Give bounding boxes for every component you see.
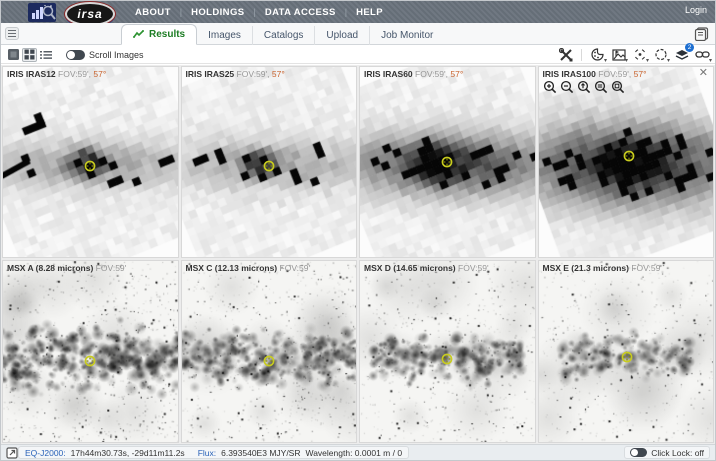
grid-view-button[interactable]: [22, 48, 37, 62]
dropdown-arrow-icon: ▾: [625, 57, 628, 64]
login-button[interactable]: Login: [685, 5, 707, 15]
panel-title: MSX D (14.65 microns) FOV:59': [364, 263, 489, 273]
sidebar-menu-button[interactable]: [5, 27, 19, 40]
image-panel-msx-e: MSX E (21.3 microns) FOV:59': [538, 260, 715, 443]
target-marker-icon: [261, 353, 277, 369]
panel-title: MSX A (8.28 microns) FOV:59': [7, 263, 126, 273]
panel-title: MSX E (21.3 microns) FOV:59': [543, 263, 662, 273]
results-chart-icon: [133, 30, 145, 39]
click-lock-control: Click Lock: off: [624, 446, 710, 459]
image-grid: IRIS IRAS12 FOV:59', 57° IRIS IRAS25 FOV…: [1, 65, 715, 444]
flux-value: 6.393540E3 MJY/SR: [221, 448, 300, 458]
panel-title: IRIS IRAS12 FOV:59', 57°: [7, 69, 106, 79]
tab-upload[interactable]: Upload: [314, 26, 369, 45]
zoom-1x-icon[interactable]: [611, 80, 625, 94]
wcs-link-icon[interactable]: ▾: [695, 47, 710, 62]
flux-label[interactable]: Flux:: [198, 448, 216, 458]
menu-about[interactable]: ABOUT: [126, 7, 180, 18]
image-panel-iris-iras12: IRIS IRAS12 FOV:59', 57°: [2, 66, 179, 258]
dropdown-arrow-icon: ▾: [604, 57, 607, 64]
coord-system-label[interactable]: EQ-J2000:: [25, 448, 66, 458]
image-toolbar: Scroll Images ▾: [1, 46, 715, 64]
tab-label: Upload: [326, 30, 358, 41]
image-overlay-icon[interactable]: ▾: [611, 47, 626, 62]
click-lock-label: Click Lock: off: [651, 448, 704, 458]
dropdown-arrow-icon: ▾: [646, 57, 649, 64]
menu-help[interactable]: HELP: [347, 7, 392, 18]
select-region-icon[interactable]: ▾: [653, 47, 668, 62]
wavelength-value: Wavelength: 0.0001 m / 0: [306, 448, 403, 458]
layers-icon[interactable]: 2: [674, 47, 689, 62]
recenter-icon[interactable]: ▾: [632, 47, 647, 62]
image-panel-msx-d: MSX D (14.65 microns) FOV:59': [359, 260, 536, 443]
image-panel-iris-iras100: IRIS IRAS100 FOV:59', 57° ✕: [538, 66, 715, 258]
panel-title: IRIS IRAS60 FOV:59', 57°: [364, 69, 463, 79]
dropdown-arrow-icon: ▾: [667, 57, 670, 64]
docs-book-icon[interactable]: [694, 27, 709, 41]
panel-title: MSX C (12.13 microns) FOV:59': [186, 263, 311, 273]
zoom-in-icon[interactable]: [543, 80, 557, 94]
tools-icon[interactable]: [558, 47, 573, 62]
close-panel-icon[interactable]: ✕: [699, 68, 708, 79]
tabs: Results Images Catalogs Upload Job Monit…: [121, 23, 444, 45]
single-view-button[interactable]: [6, 48, 21, 62]
status-bar: EQ-J2000: 17h44m30.73s, -29d11m11.2s Flu…: [1, 444, 715, 460]
zoom-fit-icon[interactable]: [577, 80, 591, 94]
menu-data-access[interactable]: DATA ACCESS: [256, 7, 345, 18]
toolbar-divider: [581, 49, 582, 61]
tab-label: Images: [208, 30, 241, 41]
expand-icon[interactable]: [6, 447, 18, 459]
image-panel-iris-iras25: IRIS IRAS25 FOV:59', 57°: [181, 66, 358, 258]
image-panel-msx-a: MSX A (8.28 microns) FOV:59': [2, 260, 179, 443]
sky-image[interactable]: [182, 261, 357, 442]
scroll-images-label: Scroll Images: [89, 50, 144, 60]
tab-label: Results: [149, 29, 185, 40]
target-marker-icon: [82, 158, 98, 174]
click-lock-toggle[interactable]: [630, 448, 647, 457]
irsa-viewer-app: ABOUT | HOLDINGS | DATA ACCESS | HELP Lo…: [0, 0, 716, 461]
zoom-fill-icon[interactable]: [594, 80, 608, 94]
list-view-button[interactable]: [38, 48, 53, 62]
zoom-controls: [543, 80, 625, 94]
panel-title: IRIS IRAS100 FOV:59', 57°: [543, 69, 647, 79]
sky-image[interactable]: [3, 261, 178, 442]
target-marker-icon: [82, 353, 98, 369]
panel-title: IRIS IRAS25 FOV:59', 57°: [186, 69, 285, 79]
tab-bar: Results Images Catalogs Upload Job Monit…: [1, 23, 715, 45]
layers-count-badge: 2: [685, 43, 694, 52]
tab-job-monitor[interactable]: Job Monitor: [369, 26, 444, 45]
target-marker-icon: [621, 148, 637, 164]
tab-images[interactable]: Images: [197, 26, 252, 45]
image-panel-iris-iras60: IRIS IRAS60 FOV:59', 57°: [359, 66, 536, 258]
menu-holdings[interactable]: HOLDINGS: [182, 7, 253, 18]
coord-value: 17h44m30.73s, -29d11m11.2s: [71, 448, 185, 458]
scroll-images-toggle[interactable]: [66, 50, 85, 60]
tab-label: Job Monitor: [381, 30, 433, 41]
target-marker-icon: [439, 154, 455, 170]
irsa-viewer-logo-icon[interactable]: [28, 3, 56, 22]
dropdown-arrow-icon: ▾: [709, 57, 712, 64]
tab-results[interactable]: Results: [121, 24, 197, 45]
target-marker-icon: [439, 351, 455, 367]
target-marker-icon: [619, 349, 635, 365]
target-marker-icon: [261, 158, 277, 174]
tool-cluster: ▾ ▾ ▾: [558, 47, 710, 62]
mouse-readout: EQ-J2000: 17h44m30.73s, -29d11m11.2s Flu…: [18, 446, 409, 459]
zoom-out-icon[interactable]: [560, 80, 574, 94]
image-panel-msx-c: MSX C (12.13 microns) FOV:59': [181, 260, 358, 443]
tab-catalogs[interactable]: Catalogs: [252, 26, 314, 45]
main-menu: ABOUT | HOLDINGS | DATA ACCESS | HELP: [126, 1, 392, 23]
tab-label: Catalogs: [264, 30, 303, 41]
color-palette-icon[interactable]: ▾: [590, 47, 605, 62]
